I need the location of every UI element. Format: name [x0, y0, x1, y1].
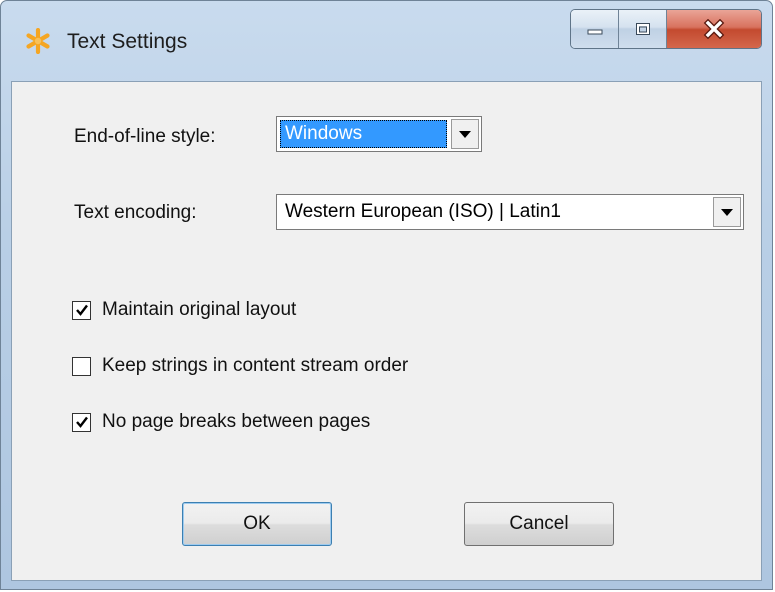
- text-encoding-select[interactable]: Western European (ISO) | Latin1: [276, 194, 744, 230]
- asterisk-icon: [26, 28, 50, 54]
- text-settings-dialog: Text Settings End-of-line style: Windows…: [0, 0, 773, 590]
- no-page-breaks-checkbox[interactable]: [72, 412, 91, 432]
- text-encoding-label: Text encoding:: [74, 202, 197, 223]
- title-bar[interactable]: Text Settings: [1, 1, 772, 81]
- chevron-down-icon: [721, 209, 733, 216]
- caption-buttons: [570, 9, 762, 49]
- ok-button[interactable]: OK: [182, 502, 332, 546]
- maximize-icon: [635, 23, 650, 35]
- option-maintain-layout[interactable]: Maintain original layout: [72, 298, 296, 322]
- minimize-icon: [587, 29, 602, 35]
- eol-style-select[interactable]: Windows: [276, 116, 482, 152]
- no-page-breaks-label: No page breaks between pages: [102, 411, 371, 432]
- minimize-button[interactable]: [571, 10, 619, 48]
- cancel-button[interactable]: Cancel: [464, 502, 614, 546]
- maximize-button[interactable]: [619, 10, 667, 48]
- checkmark-icon: [75, 304, 88, 316]
- option-no-page-breaks[interactable]: No page breaks between pages: [72, 410, 370, 434]
- eol-style-label: End-of-line style:: [74, 126, 216, 147]
- close-icon: [703, 19, 725, 39]
- keep-stream-order-checkbox[interactable]: [72, 356, 91, 376]
- window-title: Text Settings: [67, 30, 188, 53]
- maintain-layout-checkbox[interactable]: [72, 300, 91, 320]
- text-encoding-dropdown-button[interactable]: [713, 197, 741, 227]
- dialog-body: End-of-line style: Windows Text encoding…: [11, 81, 762, 581]
- keep-stream-order-label: Keep strings in content stream order: [102, 355, 409, 376]
- chevron-down-icon: [459, 131, 471, 138]
- eol-style-value: Windows: [280, 120, 447, 148]
- option-keep-stream-order[interactable]: Keep strings in content stream order: [72, 354, 408, 378]
- maintain-layout-label: Maintain original layout: [102, 299, 297, 320]
- checkmark-icon: [75, 416, 88, 428]
- text-encoding-value: Western European (ISO) | Latin1: [285, 201, 562, 222]
- eol-style-dropdown-button[interactable]: [451, 119, 479, 149]
- close-button[interactable]: [667, 10, 761, 48]
